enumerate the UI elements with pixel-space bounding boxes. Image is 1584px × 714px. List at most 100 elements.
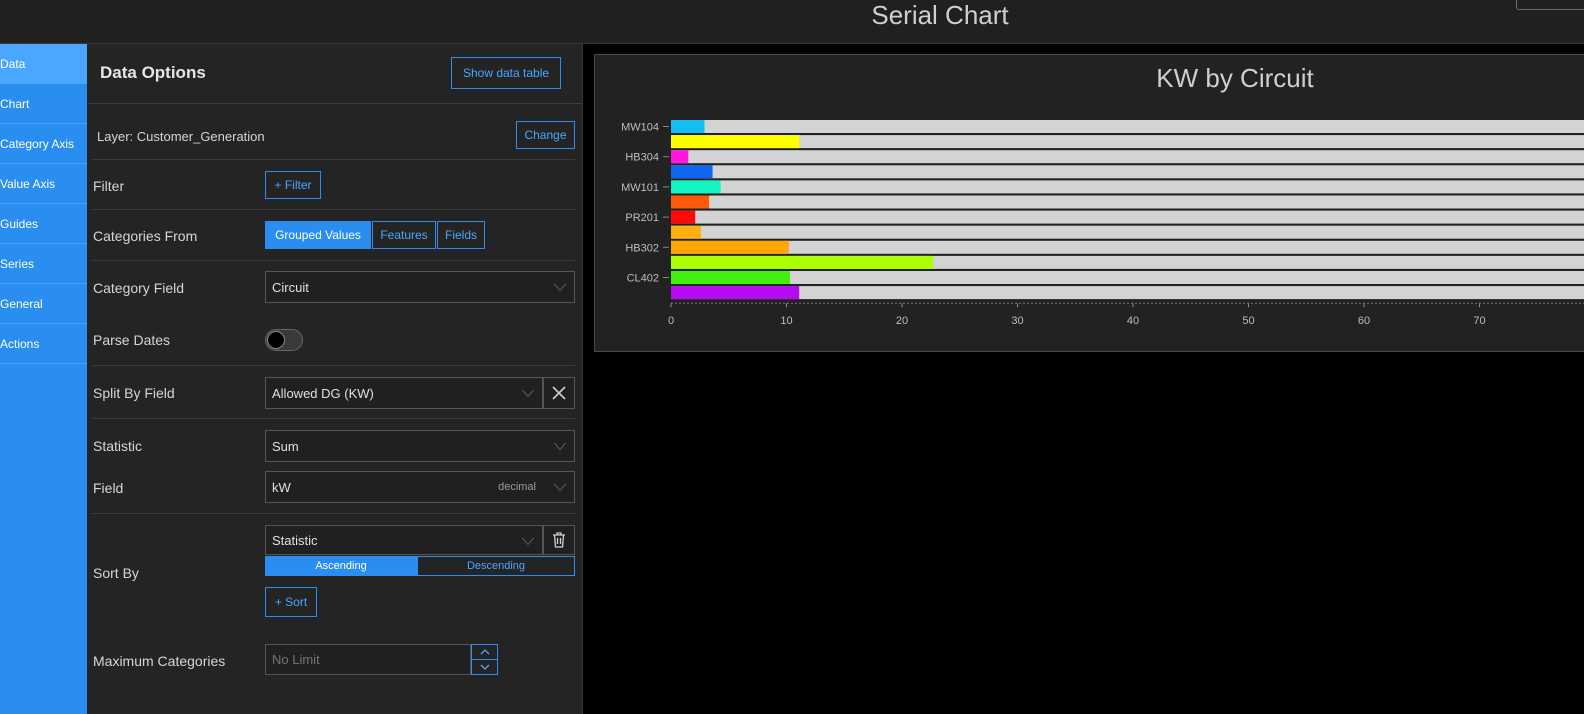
category-field-label: Category Field	[93, 280, 185, 296]
data-options-panel: Data Options Show data table Layer: Cust…	[87, 44, 583, 714]
categories-from-segmented: Grouped Values Features Fields	[265, 221, 485, 249]
statistic-select[interactable]: Sum	[265, 430, 575, 462]
bar-chart: MW104 HB304 MW101 PR201 HB302 CL402 0 10 20 30 40…	[621, 120, 1584, 327]
sidebar-item-chart[interactable]: Chart	[0, 84, 87, 124]
filter-label: Filter	[93, 178, 125, 194]
split-by-label: Split By Field	[93, 385, 175, 401]
sort-order-segmented: Ascending Descending	[265, 556, 575, 576]
trash-icon	[553, 532, 565, 548]
chevron-down-icon	[522, 390, 534, 397]
max-categories-label: Maximum Categories	[93, 653, 226, 669]
split-by-row: Split By Field Allowed DG (KW)	[93, 366, 575, 419]
chevron-down-icon	[554, 484, 566, 491]
chevron-up-icon	[480, 649, 489, 655]
bar-hb302-8[interactable]	[671, 240, 789, 254]
split-by-value: Allowed DG (KW)	[272, 385, 374, 401]
value-tick-label: 0	[668, 315, 674, 327]
category-label: MW101	[621, 182, 659, 194]
value-tick-label: 30	[1011, 315, 1023, 327]
category-label: HB302	[625, 242, 659, 254]
sidebar-item-series[interactable]: Series	[0, 244, 87, 284]
field-value: kW	[272, 479, 291, 495]
bar-track	[671, 195, 1584, 209]
sidebar-item-actions[interactable]: Actions	[0, 324, 87, 364]
bar-cl402-10[interactable]	[671, 271, 790, 284]
bar-hb302-9[interactable]	[671, 255, 934, 269]
close-icon	[552, 386, 566, 400]
ascending-option[interactable]: Ascending	[265, 556, 417, 576]
stepper-down[interactable]	[472, 660, 497, 674]
title-bar: Serial Chart	[0, 0, 1584, 44]
max-categories-row: Maximum Categories	[93, 634, 575, 694]
bar-hb304-2[interactable]	[671, 150, 689, 164]
parse-dates-toggle[interactable]	[265, 329, 303, 351]
features-option[interactable]: Features	[372, 221, 436, 249]
value-axis: 0 10 20 30 40 50 60 70	[668, 302, 1584, 327]
layer-row: Layer: Customer_Generation Change	[93, 104, 575, 160]
delete-sort-button[interactable]	[543, 525, 575, 555]
category-field-select[interactable]: Circuit	[265, 271, 575, 303]
max-categories-stepper	[471, 644, 498, 675]
value-tick-label: 60	[1358, 315, 1370, 327]
category-field-value: Circuit	[272, 279, 309, 295]
statistic-label: Statistic	[93, 438, 143, 454]
panel-header: Data Options Show data table	[87, 44, 582, 104]
value-tick-label: 70	[1473, 315, 1485, 327]
bar-track	[671, 210, 1584, 224]
toggle-knob	[267, 331, 285, 349]
bar-pr201-7[interactable]	[671, 225, 702, 239]
sort-by-row: Sort By Statistic Ascending Descending +…	[93, 514, 575, 634]
bar-tracks	[671, 120, 1584, 300]
bar-pr201-6[interactable]	[671, 210, 696, 224]
category-label: CL402	[627, 273, 659, 285]
bar-track	[671, 135, 1584, 149]
field-label: Field	[93, 480, 124, 496]
stepper-up[interactable]	[472, 645, 497, 660]
add-filter-button[interactable]: + Filter	[265, 171, 321, 199]
bar-hb304-3[interactable]	[671, 165, 713, 179]
bar-track	[671, 286, 1584, 300]
grouped-values-option[interactable]: Grouped Values	[265, 221, 371, 249]
bar-mw104-1[interactable]	[671, 135, 800, 149]
add-sort-button[interactable]: + Sort	[265, 587, 317, 617]
sidebar-item-value-axis[interactable]: Value Axis	[0, 164, 87, 204]
sidebar-item-general[interactable]: General	[0, 284, 87, 324]
parse-dates-row: Parse Dates	[93, 314, 575, 366]
sort-field-select[interactable]: Statistic	[265, 525, 543, 555]
fields-option[interactable]: Fields	[437, 221, 485, 249]
field-select[interactable]: kW decimal	[265, 471, 575, 503]
bar-mw104-0[interactable]	[671, 120, 705, 133]
statistic-value: Sum	[272, 438, 299, 454]
category-label: HB304	[625, 152, 659, 164]
bar-track	[671, 165, 1584, 179]
bar-cl402-11[interactable]	[671, 286, 800, 300]
bar-track	[671, 225, 1584, 239]
value-tick-label: 20	[896, 315, 908, 327]
categories-from-label: Categories From	[93, 228, 198, 244]
change-layer-button[interactable]: Change	[516, 121, 575, 149]
top-right-button[interactable]	[1516, 0, 1584, 10]
field-type-label: decimal	[498, 481, 536, 493]
page-title: Serial Chart	[871, 0, 1009, 30]
clear-split-button[interactable]	[543, 377, 575, 409]
show-data-table-button[interactable]: Show data table	[451, 57, 561, 89]
bar-track	[671, 150, 1584, 164]
max-categories-input[interactable]	[265, 644, 471, 675]
sidebar-nav: Data Chart Category Axis Value Axis Guid…	[0, 44, 87, 714]
categories-from-row: Categories From Grouped Values Features …	[93, 210, 575, 261]
sidebar-item-guides[interactable]: Guides	[0, 204, 87, 244]
parse-dates-label: Parse Dates	[93, 332, 171, 348]
category-label: MW104	[621, 122, 659, 134]
bar-mw101-4[interactable]	[671, 180, 721, 194]
layer-label: Layer: Customer_Generation	[97, 129, 265, 144]
bar-mw101-5[interactable]	[671, 195, 710, 209]
split-by-select[interactable]: Allowed DG (KW)	[265, 377, 543, 409]
sidebar-item-data[interactable]: Data	[0, 44, 87, 84]
chevron-down-icon	[554, 443, 566, 450]
descending-option[interactable]: Descending	[417, 556, 575, 576]
bar-track	[671, 120, 1584, 133]
filter-row: Filter + Filter	[93, 160, 575, 210]
sidebar-item-category-axis[interactable]: Category Axis	[0, 124, 87, 164]
statistic-row: Statistic Sum Field kW decimal	[93, 419, 575, 514]
category-label: PR201	[625, 212, 659, 224]
